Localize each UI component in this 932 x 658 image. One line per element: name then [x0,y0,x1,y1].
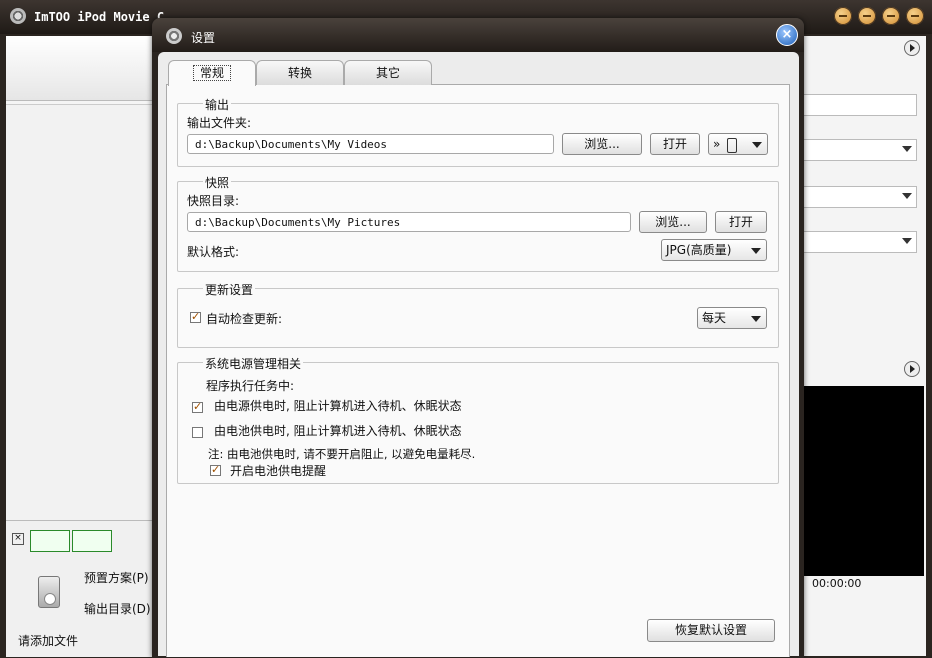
window-minimize-button[interactable] [858,7,876,25]
snapshot-dir-label: 快照目录: [187,192,239,209]
tab-other[interactable]: 其它 [344,60,432,85]
right-select[interactable] [800,186,917,208]
battery-power-checkbox[interactable] [192,427,203,438]
power-note: 注: 由电池供电时, 请不要开启阻止, 以避免电量耗尽. [208,446,475,462]
app-title: ImTOO iPod Movie C [34,10,164,24]
default-format-label: 默认格式: [187,243,239,260]
chevron-down-icon [752,142,762,148]
output-folder-label: 输出文件夹: [187,114,251,131]
snapshot-dir-input[interactable]: d:\Backup\Documents\My Pictures [187,212,631,232]
restore-defaults-button[interactable]: 恢复默认设置 [647,619,775,642]
dialog-titlebar [152,18,804,52]
battery-alert-checkbox[interactable] [210,465,221,476]
battery-power-label: 由电池供电时, 阻止计算机进入待机、休眠状态 [214,422,462,439]
close-small-icon[interactable]: × [12,533,24,545]
running-label: 程序执行任务中: [206,377,294,394]
tab-label: 常规 [193,65,231,81]
dialog-title: 设置 [191,29,215,46]
auto-check-label: 自动检查更新: [206,310,282,327]
snapshot-group-title: 快照 [203,174,231,191]
add-file-hint: 请添加文件 [18,632,78,649]
ipod-device-icon [727,138,737,153]
cpu-graph-icon [72,530,112,552]
tab-convert[interactable]: 转换 [256,60,344,85]
snapshot-open-button[interactable]: 打开 [715,211,767,233]
dialog-logo-icon [166,28,182,44]
cpu-graph-icon [30,530,70,552]
ipod-icon [38,576,60,608]
right-text-field[interactable] [800,94,917,116]
snapshot-browse-button[interactable]: 浏览... [639,211,707,233]
device-select[interactable]: » [708,133,768,155]
output-group-title: 输出 [203,96,231,113]
output-open-button[interactable]: 打开 [650,133,700,155]
ac-power-checkbox[interactable] [192,402,203,413]
format-select-value: JPG(高质量) [666,243,731,257]
preset-label: 预置方案(P) [84,569,149,586]
window-maximize-button[interactable] [882,7,900,25]
tab-label: 其它 [376,66,400,80]
battery-alert-label: 开启电池供电提醒 [230,462,326,479]
update-frequency-value: 每天 [702,311,726,325]
window-close-button[interactable] [906,7,924,25]
auto-check-checkbox[interactable] [190,312,201,323]
right-select[interactable] [800,139,917,161]
output-browse-button[interactable]: 浏览... [562,133,642,155]
ac-power-label: 由电源供电时, 阻止计算机进入待机、休眠状态 [214,397,462,414]
window-menu-button[interactable] [834,7,852,25]
dialog-close-button[interactable]: × [776,24,798,46]
tab-label: 转换 [288,66,312,80]
file-list-area [6,104,152,523]
tab-general[interactable]: 常规 [168,60,256,86]
power-group-title: 系统电源管理相关 [203,355,303,372]
chevron-down-icon [751,248,761,254]
app-logo-icon [10,8,26,24]
expand-play-icon[interactable] [904,361,920,377]
format-select[interactable]: JPG(高质量) [661,239,767,261]
right-select[interactable] [800,231,917,253]
time-display: 00:00:00 [812,577,861,590]
update-group-title: 更新设置 [203,281,255,298]
output-folder-input[interactable]: d:\Backup\Documents\My Videos [187,134,554,154]
preview-screen [800,386,924,576]
left-toolbar-area [6,36,152,101]
output-dir-label: 输出目录(D) [84,600,151,617]
expand-play-icon[interactable] [904,40,920,56]
device-select-label: » [713,137,720,151]
update-frequency-select[interactable]: 每天 [697,307,767,329]
chevron-down-icon [751,316,761,322]
